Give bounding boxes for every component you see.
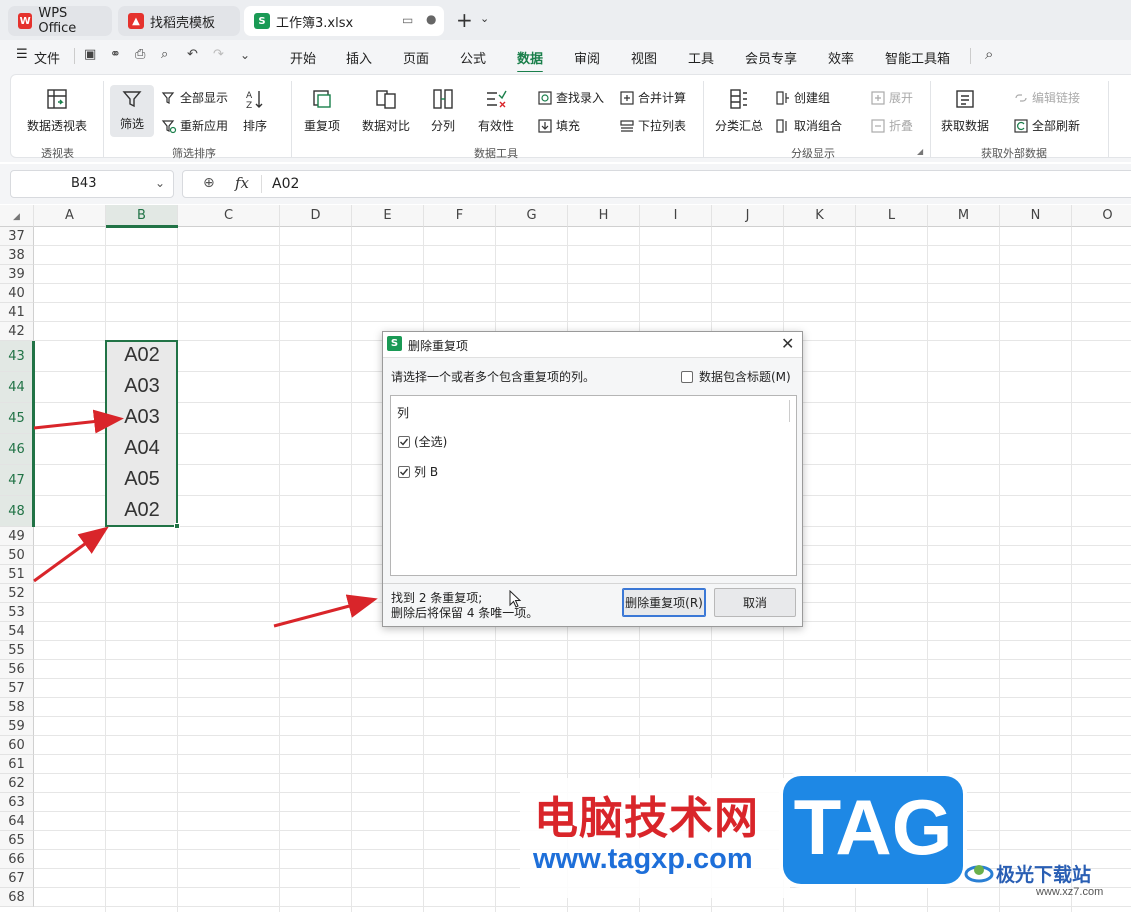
header-checkbox-row[interactable]: 数据包含标题(M)	[681, 368, 791, 385]
arrow-to-result-text	[273, 594, 378, 628]
option-label: 列 B	[414, 465, 439, 479]
option-label: (全选)	[414, 435, 448, 449]
checkmark-icon	[400, 438, 409, 446]
sheet-s-icon: S	[387, 336, 402, 351]
arrow-to-duplicate-a03	[33, 409, 124, 434]
divider	[383, 583, 802, 584]
option-column-b[interactable]: 列 B	[398, 463, 438, 480]
dialog-instruction: 请选择一个或者多个包含重复项的列。	[391, 370, 596, 384]
watermark-corner-name: 极光下载站	[996, 864, 1092, 886]
dialog-title: 删除重复项	[408, 339, 469, 353]
close-icon[interactable]: ✕	[781, 334, 794, 353]
header-checkbox[interactable]	[681, 370, 693, 383]
column-list-header: 列	[397, 406, 410, 420]
watermark-tag-logo: TAG	[783, 776, 963, 884]
mouse-cursor-icon	[509, 590, 522, 608]
remove-duplicates-button[interactable]: 删除重复项(R)	[622, 588, 706, 617]
dialog-titlebar: S 删除重复项 ✕	[383, 332, 802, 358]
tag-logo-text: TAG	[793, 783, 953, 871]
checkmark-icon	[400, 468, 409, 476]
column-list[interactable]: 列 (全选) 列 B	[390, 395, 797, 576]
watermark-corner-url: www.xz7.com	[1036, 886, 1104, 898]
watermark-site-name: 电脑技术网	[534, 793, 759, 844]
watermark-url: www.tagxp.com	[533, 843, 753, 875]
checkbox-checked[interactable]	[398, 435, 410, 448]
checkbox-checked[interactable]	[398, 465, 410, 478]
remove-duplicates-dialog: S 删除重复项 ✕ 请选择一个或者多个包含重复项的列。 数据包含标题(M) 列 …	[382, 331, 803, 627]
list-scrollbar[interactable]	[789, 400, 790, 422]
header-checkbox-label: 数据包含标题(M)	[699, 370, 791, 384]
arrow-to-duplicate-a02	[33, 526, 109, 583]
cancel-button[interactable]: 取消	[714, 588, 796, 617]
option-select-all[interactable]: (全选)	[398, 433, 447, 450]
aurora-logo-icon	[964, 865, 994, 883]
